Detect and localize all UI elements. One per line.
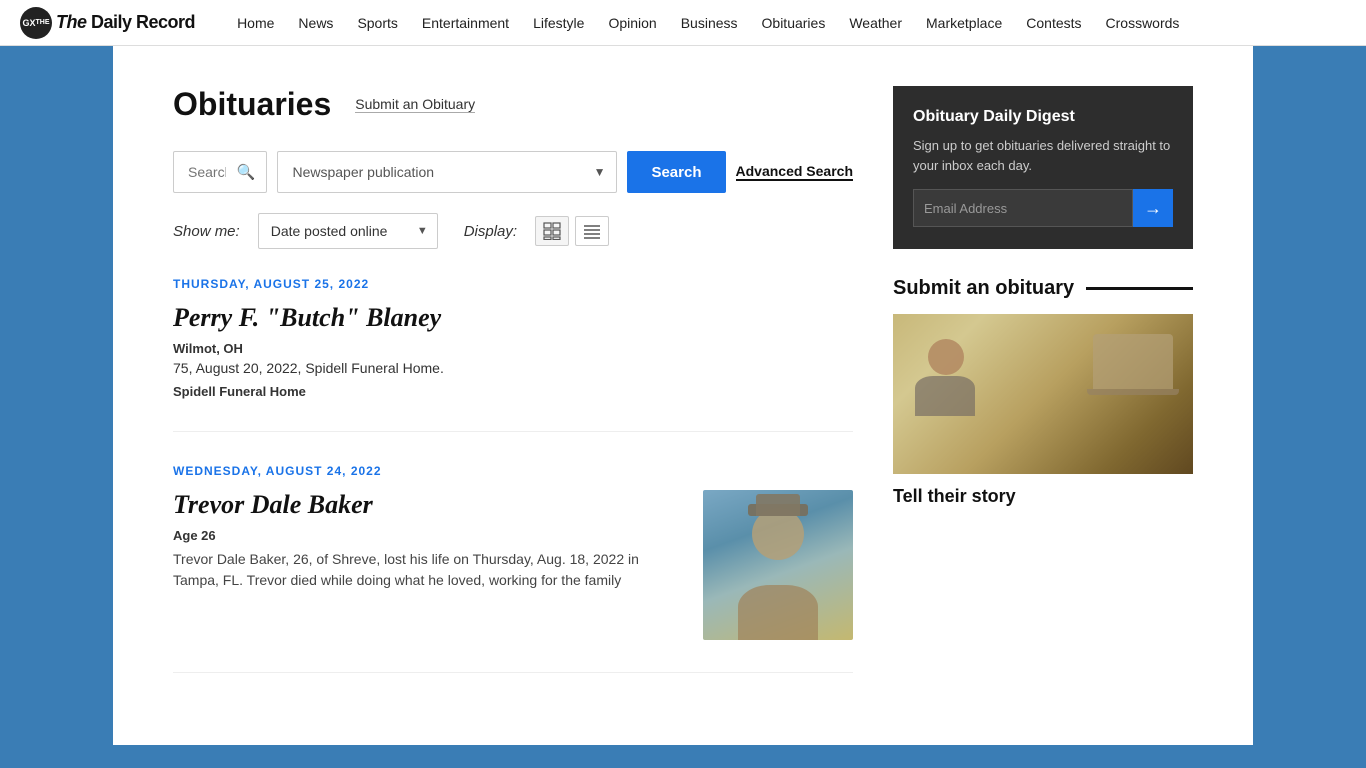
obit-name-1[interactable]: Perry F. "Butch" Blaney bbox=[173, 303, 853, 333]
obit-entry-with-photo: Trevor Dale Baker Age 26 Trevor Dale Bak… bbox=[173, 490, 853, 640]
nav-business[interactable]: Business bbox=[669, 0, 750, 46]
search-button[interactable]: Search bbox=[627, 151, 725, 193]
date-header-2: Wednesday, August 24, 2022 bbox=[173, 464, 853, 478]
photo-body bbox=[738, 585, 818, 640]
search-row: 🔍 Newspaper publication ▼ Search Advance… bbox=[173, 151, 853, 193]
email-submit-button[interactable]: → bbox=[1133, 189, 1173, 227]
tell-story-label: Tell their story bbox=[893, 486, 1193, 507]
submit-obituary-section: Submit an obituary Tell their story bbox=[893, 277, 1193, 507]
nav-home[interactable]: Home bbox=[225, 0, 286, 46]
digest-title: Obituary Daily Digest bbox=[913, 108, 1173, 126]
obit-header: Obituaries Submit an Obituary bbox=[173, 86, 853, 123]
obit-source-1: Spidell Funeral Home bbox=[173, 384, 853, 399]
laptop-base bbox=[1087, 389, 1179, 395]
digest-desc: Sign up to get obituaries delivered stra… bbox=[913, 136, 1173, 175]
show-me-select[interactable]: Date posted online bbox=[258, 213, 438, 249]
submit-obituary-title: Submit an obituary bbox=[893, 277, 1193, 300]
submit-image bbox=[893, 314, 1193, 474]
nav-entertainment[interactable]: Entertainment bbox=[410, 0, 521, 46]
obit-entry-1: Thursday, August 25, 2022 Perry F. "Butc… bbox=[173, 277, 853, 432]
logo-icon: GXTHE bbox=[20, 7, 52, 39]
sidebar-column: Obituary Daily Digest Sign up to get obi… bbox=[893, 86, 1193, 705]
display-label: Display: bbox=[464, 223, 517, 240]
show-me-label: Show me: bbox=[173, 223, 240, 240]
filter-row: Show me: Date posted online ▼ Display: bbox=[173, 213, 853, 249]
site-name: The Daily Record bbox=[56, 12, 195, 33]
logo[interactable]: GXTHE The Daily Record bbox=[20, 7, 195, 39]
digest-box: Obituary Daily Digest Sign up to get obi… bbox=[893, 86, 1193, 249]
nav-weather[interactable]: Weather bbox=[837, 0, 914, 46]
obit-info-1: 75, August 20, 2022, Spidell Funeral Hom… bbox=[173, 360, 853, 376]
navbar: GXTHE The Daily Record Home News Sports … bbox=[0, 0, 1366, 46]
list-icon bbox=[583, 222, 601, 240]
content-card: Obituaries Submit an Obituary 🔍 Newspape… bbox=[113, 46, 1253, 745]
nav-sports[interactable]: Sports bbox=[345, 0, 409, 46]
nav-links: Home News Sports Entertainment Lifestyle… bbox=[225, 0, 1191, 46]
nav-news[interactable]: News bbox=[286, 0, 345, 46]
date-header-1: Thursday, August 25, 2022 bbox=[173, 277, 853, 291]
obit-age-2: Age 26 bbox=[173, 528, 683, 543]
display-grid-button[interactable] bbox=[535, 216, 569, 246]
advanced-search-link[interactable]: Advanced Search bbox=[736, 163, 854, 181]
photo-hat-crown bbox=[756, 494, 800, 516]
person-body bbox=[915, 376, 975, 416]
main-column: Obituaries Submit an Obituary 🔍 Newspape… bbox=[173, 86, 853, 705]
person-head bbox=[928, 339, 964, 375]
submit-obituary-link[interactable]: Submit an Obituary bbox=[355, 96, 475, 113]
obit-photo-2 bbox=[703, 490, 853, 640]
nav-marketplace[interactable]: Marketplace bbox=[914, 0, 1014, 46]
obit-desc-2: Trevor Dale Baker, 26, of Shreve, lost h… bbox=[173, 549, 683, 591]
search-name-input[interactable] bbox=[173, 151, 267, 193]
email-input[interactable] bbox=[913, 189, 1133, 227]
obit-location-1: Wilmot, OH bbox=[173, 341, 853, 356]
publication-select-wrap: Newspaper publication ▼ bbox=[277, 151, 617, 193]
grid-icon bbox=[543, 222, 561, 240]
display-icons bbox=[535, 216, 609, 246]
publication-select[interactable]: Newspaper publication bbox=[277, 151, 617, 193]
page-wrapper: Obituaries Submit an Obituary 🔍 Newspape… bbox=[0, 46, 1366, 745]
nav-opinion[interactable]: Opinion bbox=[596, 0, 668, 46]
email-row: → bbox=[913, 189, 1173, 227]
photo-bg bbox=[703, 490, 853, 640]
obit-entry-text-2: Trevor Dale Baker Age 26 Trevor Dale Bak… bbox=[173, 490, 683, 640]
search-name-wrap: 🔍 bbox=[173, 151, 267, 193]
nav-obituaries[interactable]: Obituaries bbox=[750, 0, 838, 46]
nav-lifestyle[interactable]: Lifestyle bbox=[521, 0, 596, 46]
nav-crosswords[interactable]: Crosswords bbox=[1094, 0, 1192, 46]
obit-name-2[interactable]: Trevor Dale Baker bbox=[173, 490, 683, 520]
laptop-screen bbox=[1093, 334, 1173, 389]
page-title: Obituaries bbox=[173, 86, 331, 123]
obit-entry-2: Wednesday, August 24, 2022 Trevor Dale B… bbox=[173, 464, 853, 673]
display-list-button[interactable] bbox=[575, 216, 609, 246]
show-me-select-wrap: Date posted online ▼ bbox=[258, 213, 438, 249]
nav-contests[interactable]: Contests bbox=[1014, 0, 1093, 46]
